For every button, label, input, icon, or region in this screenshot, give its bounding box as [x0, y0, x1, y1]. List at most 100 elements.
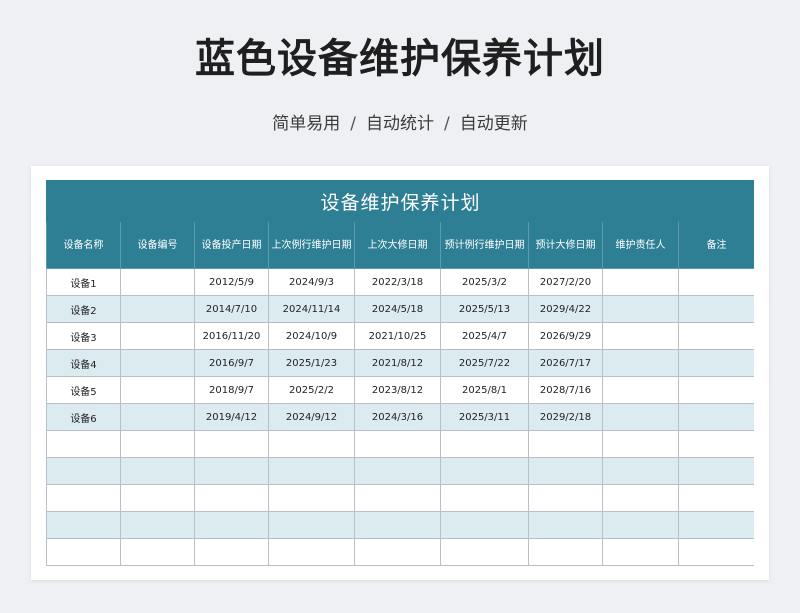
table-cell[interactable]: 2024/9/3	[268, 268, 355, 296]
table-cell[interactable]	[528, 484, 603, 512]
table-cell[interactable]	[120, 511, 195, 539]
table-cell[interactable]	[354, 538, 441, 566]
table-cell[interactable]: 2014/7/10	[194, 295, 269, 323]
table-cell[interactable]	[677, 511, 754, 539]
table-cell[interactable]	[440, 511, 529, 539]
table-cell[interactable]: 2026/7/17	[528, 349, 603, 377]
table-cell[interactable]	[46, 484, 121, 512]
table-cell[interactable]: 2025/4/7	[440, 322, 529, 350]
table-cell[interactable]	[120, 403, 195, 431]
table-cell[interactable]: 2025/3/11	[440, 403, 529, 431]
table-cell[interactable]: 2025/1/23	[268, 349, 355, 377]
table-cell[interactable]	[194, 457, 269, 485]
table-cell[interactable]	[677, 457, 754, 485]
table-cell[interactable]	[677, 349, 754, 377]
table-cell[interactable]	[677, 268, 754, 296]
table-cell[interactable]	[602, 295, 679, 323]
table-cell[interactable]	[602, 349, 679, 377]
table-cell[interactable]: 2025/5/13	[440, 295, 529, 323]
table-cell[interactable]: 设备6	[46, 403, 121, 431]
table-cell[interactable]	[528, 430, 603, 458]
table-cell[interactable]	[528, 457, 603, 485]
table-cell[interactable]: 设备3	[46, 322, 121, 350]
table-cell[interactable]: 2024/5/18	[354, 295, 441, 323]
table-cell[interactable]	[677, 538, 754, 566]
table-cell[interactable]: 2018/9/7	[194, 376, 269, 404]
table-cell[interactable]	[46, 430, 121, 458]
table-cell[interactable]	[120, 376, 195, 404]
table-cell[interactable]: 设备1	[46, 268, 121, 296]
table-cell[interactable]: 设备5	[46, 376, 121, 404]
table-cell[interactable]: 设备2	[46, 295, 121, 323]
table-cell[interactable]	[602, 268, 679, 296]
table-cell[interactable]	[120, 457, 195, 485]
table-cell[interactable]	[354, 511, 441, 539]
table-cell[interactable]	[120, 538, 195, 566]
table-cell[interactable]	[440, 457, 529, 485]
table-cell[interactable]	[120, 430, 195, 458]
table-cell[interactable]: 2024/11/14	[268, 295, 355, 323]
table-cell[interactable]	[677, 295, 754, 323]
table-cell[interactable]: 2019/4/12	[194, 403, 269, 431]
table-cell[interactable]: 2025/3/2	[440, 268, 529, 296]
table-cell[interactable]	[268, 538, 355, 566]
table-cell[interactable]	[602, 511, 679, 539]
table-cell[interactable]	[194, 430, 269, 458]
table-cell[interactable]	[120, 322, 195, 350]
table-cell[interactable]: 2024/3/16	[354, 403, 441, 431]
table-cell[interactable]: 2028/7/16	[528, 376, 603, 404]
table-cell[interactable]	[46, 511, 121, 539]
table-cell[interactable]	[602, 538, 679, 566]
table-cell[interactable]	[602, 457, 679, 485]
table-cell[interactable]	[268, 484, 355, 512]
table-cell[interactable]	[268, 430, 355, 458]
table-cell[interactable]	[354, 484, 441, 512]
table-cell[interactable]	[528, 511, 603, 539]
table-cell[interactable]	[194, 511, 269, 539]
table-cell[interactable]	[46, 457, 121, 485]
table-cell[interactable]	[268, 457, 355, 485]
table-cell[interactable]: 2012/5/9	[194, 268, 269, 296]
table-cell[interactable]	[194, 538, 269, 566]
table-cell[interactable]	[120, 349, 195, 377]
table-cell[interactable]	[602, 403, 679, 431]
table-cell[interactable]	[602, 376, 679, 404]
table-cell[interactable]	[677, 430, 754, 458]
table-cell[interactable]: 2025/7/22	[440, 349, 529, 377]
column-header: 预计例行维护日期	[440, 221, 529, 269]
table-cell[interactable]	[194, 484, 269, 512]
table-cell[interactable]	[440, 484, 529, 512]
table-cell[interactable]	[354, 430, 441, 458]
table-cell[interactable]	[677, 484, 754, 512]
table-cell[interactable]: 2027/2/20	[528, 268, 603, 296]
table-cell[interactable]: 2029/2/18	[528, 403, 603, 431]
table-cell[interactable]: 2021/10/25	[354, 322, 441, 350]
table-cell[interactable]	[528, 538, 603, 566]
table-cell[interactable]	[46, 538, 121, 566]
table-cell[interactable]: 2023/8/12	[354, 376, 441, 404]
table-cell[interactable]	[440, 430, 529, 458]
table-cell[interactable]	[440, 538, 529, 566]
table-cell[interactable]: 2016/9/7	[194, 349, 269, 377]
table-cell[interactable]: 2024/10/9	[268, 322, 355, 350]
table-cell[interactable]	[677, 403, 754, 431]
table-cell[interactable]: 2025/2/2	[268, 376, 355, 404]
table-cell[interactable]	[602, 484, 679, 512]
table-cell[interactable]	[120, 268, 195, 296]
table-cell[interactable]: 设备4	[46, 349, 121, 377]
table-cell[interactable]	[268, 511, 355, 539]
table-cell[interactable]	[677, 376, 754, 404]
table-cell[interactable]: 2021/8/12	[354, 349, 441, 377]
table-cell[interactable]	[354, 457, 441, 485]
table-cell[interactable]: 2022/3/18	[354, 268, 441, 296]
table-cell[interactable]	[120, 484, 195, 512]
table-cell[interactable]	[120, 295, 195, 323]
table-cell[interactable]: 2024/9/12	[268, 403, 355, 431]
table-cell[interactable]: 2026/9/29	[528, 322, 603, 350]
table-cell[interactable]	[602, 322, 679, 350]
table-cell[interactable]	[677, 322, 754, 350]
table-cell[interactable]: 2025/8/1	[440, 376, 529, 404]
table-cell[interactable]: 2029/4/22	[528, 295, 603, 323]
table-cell[interactable]: 2016/11/20	[194, 322, 269, 350]
table-cell[interactable]	[602, 430, 679, 458]
